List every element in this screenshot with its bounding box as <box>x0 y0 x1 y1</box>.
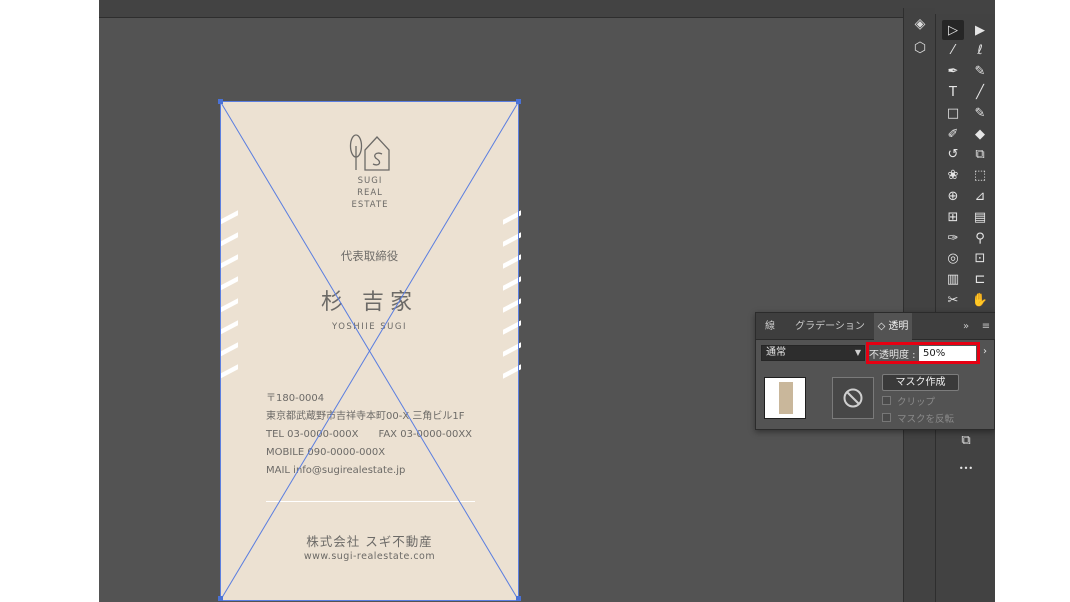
panel-tab-bar: 線 グラデーション ◇ 透明 » ≡ <box>756 313 995 340</box>
clip-checkbox-row[interactable]: クリップ <box>882 394 936 408</box>
warp-tool-icon[interactable]: ❀ <box>942 166 964 186</box>
artboard-business-card[interactable]: SUGI REAL ESTATE 代表取締役 杉 吉家 YOSHIIE SUGI… <box>218 99 521 601</box>
invert-mask-checkbox[interactable] <box>882 413 891 422</box>
free-transform-tool-icon[interactable]: ⬚ <box>969 166 991 186</box>
magic-wand-tool-icon[interactable]: ⁄ <box>942 41 964 61</box>
tab-transparency[interactable]: ◇ 透明 <box>874 313 912 340</box>
invert-mask-checkbox-row[interactable]: マスクを反転 <box>882 411 955 425</box>
selection-handle[interactable] <box>516 99 521 104</box>
hand-tool-icon[interactable]: ✋ <box>969 290 991 310</box>
object-thumbnail <box>764 377 806 419</box>
curvature-tool-icon[interactable]: ✎ <box>969 62 991 82</box>
measure-tool-icon[interactable]: ⚲ <box>969 228 991 248</box>
illustrator-window: SUGI REAL ESTATE 代表取締役 杉 吉家 YOSHIIE SUGI… <box>99 0 995 602</box>
shaper-tool-icon[interactable]: ✐ <box>942 124 964 144</box>
eyedropper-tool-icon[interactable]: ✑ <box>942 228 964 248</box>
scale-tool-icon[interactable]: ⧉ <box>969 145 991 165</box>
column-graph-tool-icon[interactable]: ▥ <box>942 270 964 290</box>
symbol-sprayer-tool-icon[interactable]: ⊡ <box>969 249 991 269</box>
selection-handle[interactable] <box>516 596 521 601</box>
line-tool-icon[interactable]: ╱ <box>969 82 991 102</box>
opacity-label: 不透明度 : <box>869 350 916 361</box>
more-tools-icon[interactable]: ••• <box>955 458 977 478</box>
layers-panel-icon[interactable]: ◈ <box>910 14 930 34</box>
no-mask-icon <box>843 388 863 408</box>
clip-label: クリップ <box>897 396 936 408</box>
blend-mode-value: 通常 <box>766 347 786 358</box>
selection-tool-icon[interactable]: ▷ <box>942 20 964 40</box>
perspective-grid-tool-icon[interactable]: ⊿ <box>969 186 991 206</box>
panel-menu-icon[interactable]: ≡ <box>978 313 994 340</box>
slice-tool-icon[interactable]: ✂ <box>942 290 964 310</box>
artboard-tool-icon[interactable]: ⊏ <box>969 270 991 290</box>
paintbrush-tool-icon[interactable]: ✎ <box>969 103 991 123</box>
tab-gradient[interactable]: グラデーション <box>790 313 870 340</box>
opacity-input[interactable]: 50% <box>919 346 976 361</box>
gradient-tool-icon[interactable]: ▤ <box>969 207 991 227</box>
mask-thumbnail[interactable] <box>832 377 874 419</box>
rotate-tool-icon[interactable]: ↺ <box>942 145 964 165</box>
selection-handle[interactable] <box>218 99 223 104</box>
blend-tool-icon[interactable]: ◎ <box>942 249 964 269</box>
screen-mode-icon[interactable]: ⧉ <box>955 430 977 450</box>
libraries-panel-icon[interactable]: ⬡ <box>910 38 930 58</box>
thumbnail-card <box>779 382 793 414</box>
transparency-panel: 線 グラデーション ◇ 透明 » ≡ 通常 ▼ 不透明度 : 50% › マスク… <box>755 312 995 430</box>
clip-checkbox[interactable] <box>882 396 891 405</box>
tools-panel: ▷ ▶ ⁄ ℓ ✒ ✎ T ╱ □ ✎ ✐ ◆ ↺ ⧉ ❀ ⬚ ⊕ ⊿ ⊞ ▤ ✑ ⚲ ◎ ⊡ ▥ ⊏ ✂ ✋ ⧉ ••• <box>935 14 995 602</box>
rectangle-tool-icon[interactable]: □ <box>942 103 964 123</box>
panel-overflow-icon[interactable]: » <box>958 313 974 340</box>
tab-stroke[interactable]: 線 <box>756 313 784 340</box>
shape-builder-tool-icon[interactable]: ⊕ <box>942 186 964 206</box>
document-tab-bar <box>99 0 995 18</box>
chevron-down-icon: ▼ <box>854 348 861 357</box>
make-mask-button[interactable]: マスク作成 <box>882 374 959 391</box>
lasso-tool-icon[interactable]: ℓ <box>969 41 991 61</box>
direct-selection-tool-icon[interactable]: ▶ <box>969 20 991 40</box>
invert-mask-label: マスクを反転 <box>897 413 955 425</box>
blend-mode-select[interactable]: 通常 ▼ <box>761 345 865 361</box>
eraser-tool-icon[interactable]: ◆ <box>969 124 991 144</box>
pen-tool-icon[interactable]: ✒ <box>942 62 964 82</box>
type-tool-icon[interactable]: T <box>942 82 964 102</box>
selection-bounding-box <box>220 101 519 601</box>
opacity-slider-toggle-icon[interactable]: › <box>983 346 987 357</box>
panel-dock: ◈ ⬡ <box>903 8 935 602</box>
mesh-tool-icon[interactable]: ⊞ <box>942 207 964 227</box>
selection-handle[interactable] <box>218 596 223 601</box>
